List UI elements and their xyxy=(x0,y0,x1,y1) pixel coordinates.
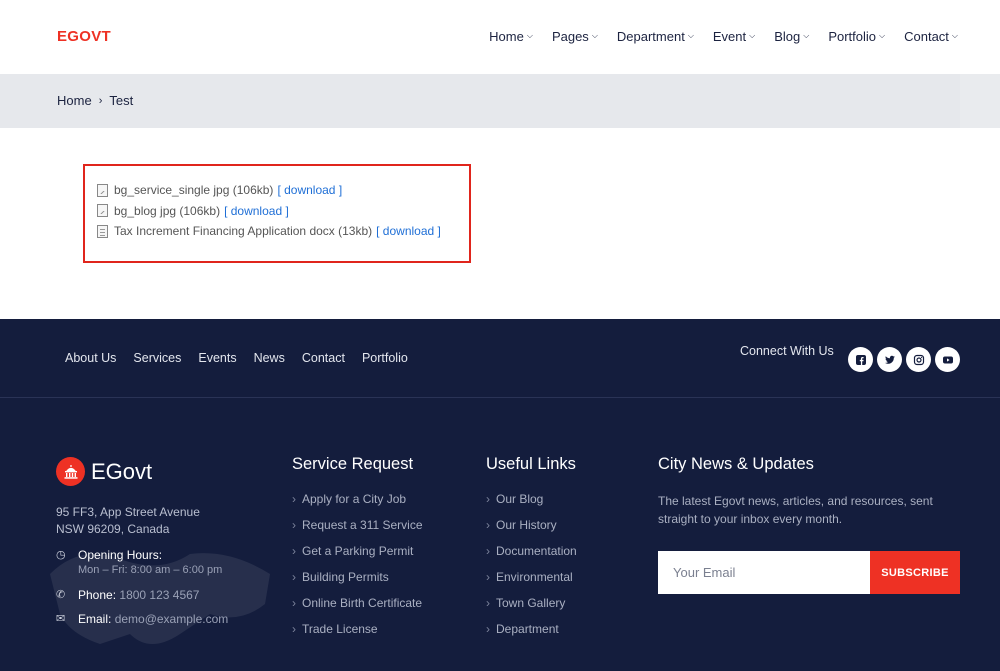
hours-label: Opening Hours: xyxy=(78,548,163,562)
nav-label: Department xyxy=(616,29,685,44)
footer-email: ✉ Email: demo@example.com xyxy=(56,612,228,626)
footer-nav-services[interactable]: Services xyxy=(133,351,181,365)
opening-hours: ◷ Opening Hours: Mon – Fri: 8:00 am – 6:… xyxy=(56,548,222,576)
useful-links-title: Useful Links xyxy=(486,455,576,473)
news-description: The latest Egovt news, articles, and res… xyxy=(658,494,933,526)
nav-label: Pages xyxy=(551,29,589,44)
breadcrumb-current: Test xyxy=(109,93,134,108)
site-header: EGOVT Home ⌵ Pages ⌵ Department ⌵ Event ⌵ Bl… xyxy=(0,0,1000,74)
footer-phone: ✆ Phone: 1800 123 4567 xyxy=(56,588,199,602)
useful-link[interactable]: Our Blog xyxy=(486,492,577,518)
chevron-down-icon: ⌵ xyxy=(879,30,886,40)
nav-label: Home xyxy=(489,29,524,44)
breadcrumb-bar-inner xyxy=(0,74,960,128)
chevron-down-icon: ⌵ xyxy=(749,30,756,40)
clock-icon: ◷ xyxy=(56,549,66,561)
nav-item-contact[interactable]: Contact ⌵ xyxy=(904,29,958,44)
service-link[interactable]: Building Permits xyxy=(292,570,423,596)
useful-links-list: Our Blog Our History Documentation Envir… xyxy=(486,492,577,648)
capitol-building-icon xyxy=(56,457,85,486)
address-line: NSW 96209, Canada xyxy=(56,522,170,536)
attachment-name: Tax Increment Financing Application docx… xyxy=(114,224,373,239)
nav-item-portfolio[interactable]: Portfolio ⌵ xyxy=(828,29,885,44)
attachments-list: bg_service_single jpg (106kb) [ download… xyxy=(97,180,441,242)
email-label: Email: xyxy=(78,612,112,626)
chevron-down-icon: ⌵ xyxy=(526,30,533,40)
service-link[interactable]: Online Birth Certificate xyxy=(292,596,423,622)
footer-nav-events[interactable]: Events xyxy=(198,351,236,365)
email-value[interactable]: demo@example.com xyxy=(115,612,229,626)
mail-icon: ✉ xyxy=(56,613,66,625)
chevron-down-icon: ⌵ xyxy=(951,30,958,40)
news-title: City News & Updates xyxy=(658,455,814,473)
main-nav: Home ⌵ Pages ⌵ Department ⌵ Event ⌵ Blog ⌵ Po… xyxy=(470,29,958,44)
subscribe-button[interactable]: SUBSCRIBE xyxy=(870,551,960,594)
phone-label: Phone: xyxy=(78,588,117,602)
download-link[interactable]: [ download ] xyxy=(277,183,342,197)
youtube-icon[interactable] xyxy=(935,347,960,372)
nav-item-department[interactable]: Department ⌵ xyxy=(617,29,694,44)
service-link[interactable]: Apply for a City Job xyxy=(292,492,423,518)
footer-nav-portfolio[interactable]: Portfolio xyxy=(362,351,408,365)
email-input[interactable] xyxy=(658,551,870,594)
phone-icon: ✆ xyxy=(56,589,66,601)
download-link[interactable]: [ download ] xyxy=(224,204,289,218)
chevron-down-icon: ⌵ xyxy=(591,30,598,40)
service-request-title: Service Request xyxy=(292,455,414,473)
nav-item-blog[interactable]: Blog ⌵ xyxy=(774,29,809,44)
image-file-icon xyxy=(97,183,108,197)
footer-brand[interactable]: EGovt xyxy=(56,457,152,486)
useful-link[interactable]: Environmental xyxy=(486,570,577,596)
nav-label: Contact xyxy=(904,29,949,44)
twitter-icon[interactable] xyxy=(877,347,902,372)
footer-brand-name: EGovt xyxy=(91,458,153,484)
attachment-item: bg_service_single jpg (106kb) [ download… xyxy=(97,180,441,201)
attachment-item: Tax Increment Financing Application docx… xyxy=(97,221,441,242)
useful-link[interactable]: Department xyxy=(486,622,577,648)
attachment-name: bg_service_single jpg (106kb) xyxy=(114,183,274,198)
footer-nav-news[interactable]: News xyxy=(254,351,285,365)
subscribe-form: SUBSCRIBE xyxy=(658,551,960,594)
nav-label: Blog xyxy=(774,29,801,44)
nav-item-event[interactable]: Event ⌵ xyxy=(713,29,755,44)
chevron-right-icon: › xyxy=(98,94,103,107)
service-request-list: Apply for a City Job Request a 311 Servi… xyxy=(292,492,423,648)
service-link[interactable]: Get a Parking Permit xyxy=(292,544,423,570)
footer-top-bar: About Us Services Events News Contact Po… xyxy=(0,319,1000,398)
footer-address: 95 FF3, App Street Avenue NSW 96209, Can… xyxy=(56,504,200,538)
chevron-down-icon: ⌵ xyxy=(687,30,694,40)
facebook-icon[interactable] xyxy=(848,347,873,372)
site-logo[interactable]: EGOVT xyxy=(57,28,111,45)
attachment-item: bg_blog jpg (106kb) [ download ] xyxy=(97,201,441,222)
breadcrumb-bar: Home › Test xyxy=(0,74,1000,128)
attachment-name: bg_blog jpg (106kb) xyxy=(114,203,221,218)
nav-label: Event xyxy=(712,29,747,44)
hours-value: Mon – Fri: 8:00 am – 6:00 pm xyxy=(78,564,223,576)
footer-nav-contact[interactable]: Contact xyxy=(302,351,345,365)
connect-label: Connect With Us xyxy=(740,344,834,358)
nav-item-pages[interactable]: Pages ⌵ xyxy=(552,29,598,44)
useful-link[interactable]: Town Gallery xyxy=(486,596,577,622)
address-line: 95 FF3, App Street Avenue xyxy=(56,505,200,519)
service-link[interactable]: Request a 311 Service xyxy=(292,518,423,544)
chevron-down-icon: ⌵ xyxy=(803,30,810,40)
social-links xyxy=(848,347,964,372)
instagram-icon[interactable] xyxy=(906,347,931,372)
service-link[interactable]: Trade License xyxy=(292,622,423,648)
footer-nav-about[interactable]: About Us xyxy=(65,351,116,365)
breadcrumb: Home › Test xyxy=(57,93,133,108)
site-footer: About Us Services Events News Contact Po… xyxy=(0,319,1000,671)
image-file-icon xyxy=(97,204,108,218)
footer-nav: About Us Services Events News Contact Po… xyxy=(65,351,425,365)
document-file-icon xyxy=(97,224,108,238)
useful-link[interactable]: Our History xyxy=(486,518,577,544)
nav-label: Portfolio xyxy=(828,29,877,44)
useful-link[interactable]: Documentation xyxy=(486,544,577,570)
phone-value[interactable]: 1800 123 4567 xyxy=(119,588,199,602)
download-link[interactable]: [ download ] xyxy=(376,224,441,238)
nav-item-home[interactable]: Home ⌵ xyxy=(489,29,533,44)
breadcrumb-home-link[interactable]: Home xyxy=(57,93,92,108)
